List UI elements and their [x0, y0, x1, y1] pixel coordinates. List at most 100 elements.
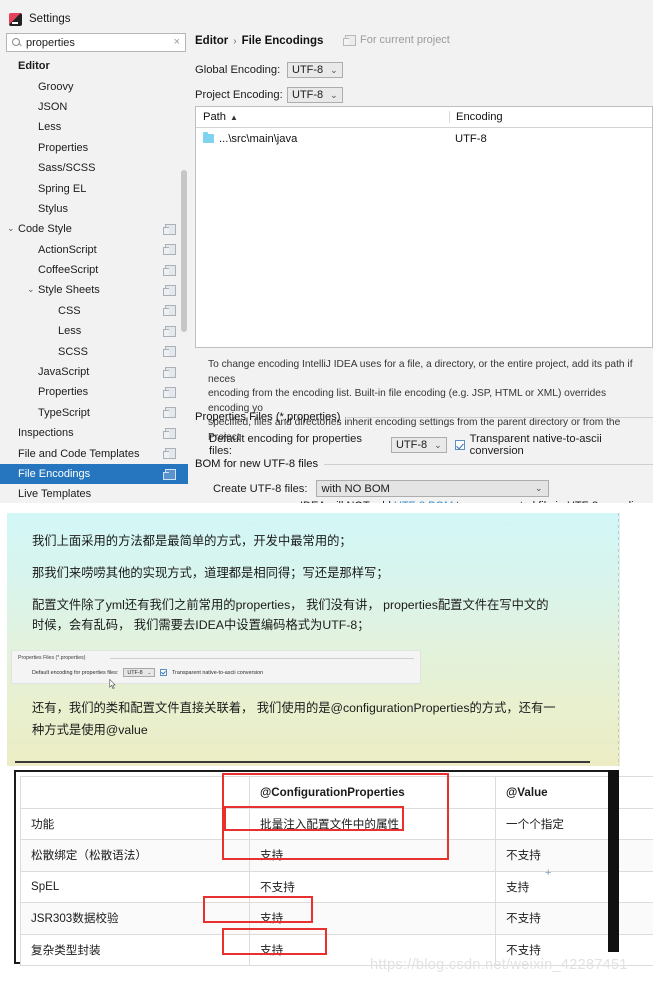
column-header-path[interactable]: Path ▲ — [196, 111, 449, 123]
project-encoding-label: Project Encoding: — [195, 89, 283, 101]
copy-settings-icon[interactable] — [163, 346, 176, 358]
bom-group-header: BOM for new UTF-8 files — [195, 458, 653, 470]
sidebar-item-coffeescript[interactable]: CoffeeScript — [0, 260, 188, 280]
sidebar-item-label: Code Style — [18, 223, 72, 236]
sidebar-scrollbar[interactable] — [181, 170, 187, 332]
create-utf8-select[interactable]: with NO BOM ⌄ — [315, 480, 549, 497]
sidebar-item-scss[interactable]: SCSS — [0, 341, 188, 361]
copy-settings-icon[interactable] — [163, 284, 176, 296]
sidebar-item-stylus[interactable]: Stylus — [0, 199, 188, 219]
sidebar-item-label: JSON — [38, 100, 68, 113]
comparison-cell-feature: SpEL — [20, 870, 250, 903]
global-encoding-label: Global Encoding: — [195, 64, 281, 76]
comparison-cell-cp: 支持 — [249, 902, 496, 935]
sidebar-item-less[interactable]: Less — [0, 117, 188, 137]
copy-settings-icon[interactable] — [163, 305, 176, 317]
transparent-native-to-ascii-checkbox[interactable]: Transparent native-to-ascii conversion — [454, 433, 653, 457]
sidebar-item-inspections[interactable]: Inspections — [0, 423, 188, 443]
comparison-cell-cp: 不支持 — [249, 870, 496, 903]
chevron-down-icon: ⌄ — [330, 64, 338, 75]
copy-settings-icon[interactable] — [163, 366, 176, 378]
group-divider — [324, 463, 653, 465]
sidebar-item-label: Properties — [38, 141, 89, 154]
sidebar-item-editor[interactable]: Editor — [0, 56, 188, 76]
settings-window: Settings properties × Editor Groovy JSON Le… — [0, 0, 653, 503]
copy-settings-icon[interactable] — [163, 325, 176, 337]
utf8-bom-link[interactable]: UTF-8 BOM — [394, 500, 453, 503]
comparison-row: JSR303数据校验 支持 不支持 — [20, 902, 653, 935]
copy-settings-icon[interactable] — [163, 468, 176, 480]
create-utf8-label: Create UTF-8 files: — [213, 482, 308, 495]
sidebar-item-label: Spring EL — [38, 182, 87, 195]
clear-search-icon[interactable]: × — [174, 37, 180, 48]
mini-encoding-label: Default encoding for properties files: — [32, 669, 119, 676]
mini-checkbox-checked-icon — [159, 669, 167, 676]
window-title: Settings — [29, 13, 71, 25]
chevron-down-icon: ⌄ — [434, 439, 442, 450]
sidebar-item-code-style[interactable]: ⌄ Code Style — [0, 219, 188, 239]
copy-settings-icon[interactable] — [163, 448, 176, 460]
copy-settings-icon[interactable] — [163, 264, 176, 276]
sidebar-item-actionscript[interactable]: ActionScript — [0, 240, 188, 260]
global-encoding-select[interactable]: UTF-8 ⌄ — [287, 62, 343, 78]
breadcrumb-separator-icon: › — [233, 35, 237, 47]
sidebar-item-groovy[interactable]: Groovy — [0, 76, 188, 96]
sidebar-item-label: Less — [58, 325, 82, 338]
sidebar-item-javascript[interactable]: JavaScript — [0, 362, 188, 382]
table-row[interactable]: ...\src\main\java UTF-8 — [196, 128, 652, 149]
sidebar-item-label: Editor — [18, 60, 50, 73]
folder-icon — [203, 132, 214, 143]
create-utf8-files-row: Create UTF-8 files: with NO BOM ⌄ — [213, 480, 633, 497]
chevron-down-icon[interactable]: ⌄ — [7, 224, 15, 233]
copy-settings-icon[interactable] — [163, 407, 176, 419]
copy-settings-icon[interactable] — [163, 386, 176, 398]
comparison-cell-value: 不支持 — [495, 839, 653, 872]
chevron-down-icon[interactable]: ⌄ — [27, 285, 35, 294]
sidebar-item-less[interactable]: Less — [0, 321, 188, 341]
sidebar-item-file-and-code-templates[interactable]: File and Code Templates — [0, 443, 188, 463]
project-scope-icon — [343, 34, 356, 46]
sidebar-item-label: SCSS — [58, 345, 88, 358]
cell-path: ...\src\main\java — [196, 132, 449, 145]
mini-encoding-row: Default encoding for properties files: U… — [32, 668, 263, 677]
sidebar-item-properties[interactable]: Properties — [0, 138, 188, 158]
settings-tree[interactable]: Editor Groovy JSON Less Properties Sass/SCSS S… — [0, 56, 188, 503]
sidebar-item-sass-scss[interactable]: Sass/SCSS — [0, 158, 188, 178]
checkbox-checked-icon — [454, 440, 465, 450]
sidebar-item-label: File and Code Templates — [18, 447, 140, 460]
sidebar-item-style-sheets[interactable]: ⌄ Style Sheets — [0, 280, 188, 300]
create-utf8-value: with NO BOM — [321, 482, 390, 495]
search-value: properties — [26, 36, 75, 49]
project-encoding-value: UTF-8 — [292, 89, 324, 101]
scope-indicator: For current project — [343, 34, 450, 46]
chevron-down-icon: ⌄ — [534, 483, 543, 493]
sidebar-item-file-encodings[interactable]: File Encodings — [0, 463, 188, 485]
project-encoding-row: Project Encoding: UTF-8 ⌄ — [195, 87, 653, 103]
sidebar-item-live-templates[interactable]: Live Templates — [0, 484, 188, 503]
sidebar-item-properties[interactable]: Properties — [0, 382, 188, 402]
copy-settings-icon[interactable] — [163, 223, 176, 235]
sidebar-item-label: Less — [38, 121, 62, 134]
global-encoding-value: UTF-8 — [292, 64, 324, 76]
file-encodings-table[interactable]: Path ▲ Encoding ...\src\main\java UTF-8 — [195, 106, 653, 348]
column-header-encoding[interactable]: Encoding — [449, 111, 652, 123]
sidebar-item-typescript[interactable]: TypeScript — [0, 403, 188, 423]
breadcrumb-root[interactable]: Editor — [195, 35, 228, 47]
sidebar-item-json[interactable]: JSON — [0, 97, 188, 117]
mini-group-title: Properties Files (*.properties) — [18, 655, 86, 661]
column-header-path-label: Path — [203, 111, 227, 123]
project-encoding-select[interactable]: UTF-8 ⌄ — [287, 87, 343, 103]
copy-settings-icon[interactable] — [163, 427, 176, 439]
sidebar-item-css[interactable]: CSS — [0, 301, 188, 321]
sidebar-item-spring-el[interactable]: Spring EL — [0, 178, 188, 198]
copy-settings-icon[interactable] — [163, 244, 176, 256]
bom-group-title: BOM for new UTF-8 files — [195, 458, 319, 470]
encoding-hint-text: To change encoding IntelliJ IDEA uses fo… — [208, 358, 648, 445]
search-input[interactable]: properties × — [6, 33, 186, 52]
transparent-native-to-ascii-label: Transparent native-to-ascii conversion — [469, 433, 602, 457]
note-paragraph-6: 还有，我们的类和配置文件直接关联着， 我们使用的是@configurationP… — [32, 701, 556, 715]
default-encoding-select[interactable]: UTF-8 ⌄ — [390, 437, 447, 453]
comparison-cell-feature: 功能 — [20, 807, 250, 840]
sidebar-item-label: TypeScript — [38, 406, 90, 419]
properties-files-group-header: Properties Files (*.properties) — [195, 411, 653, 423]
